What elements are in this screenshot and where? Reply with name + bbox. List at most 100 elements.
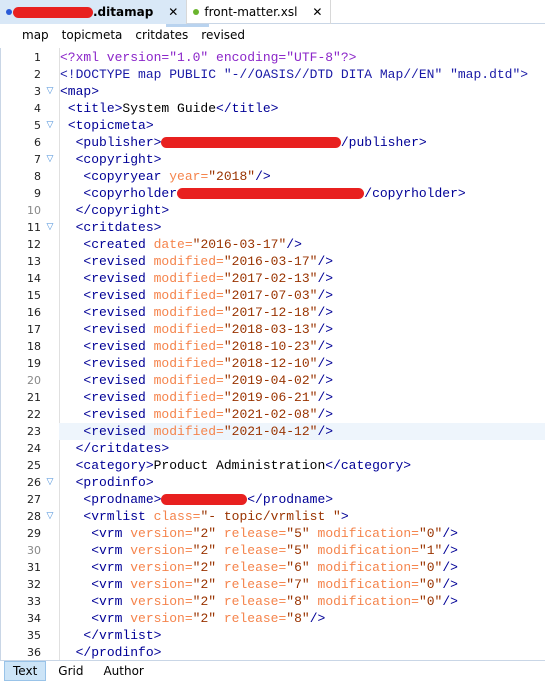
code-line[interactable]: 9 <copyrholderxxxxxxxxxxxxxxxxxxxxxxxx/c… — [1, 185, 545, 202]
code-line[interactable]: 10 </copyright> — [1, 202, 545, 219]
code-line[interactable]: 31 <vrm version="2" release="6" modifica… — [1, 559, 545, 576]
code-line[interactable]: 11 ▽ <critdates> — [1, 219, 545, 236]
code-line[interactable]: 20 <revised modified="2019-04-02"/> — [1, 372, 545, 389]
token-val: "2021-02-08" — [223, 407, 318, 422]
token-tag: <revised — [83, 254, 154, 269]
code-line[interactable]: 25 <category>Product Administration</cat… — [1, 457, 545, 474]
code-line[interactable]: 8 <copyryear year="2018"/> — [1, 168, 545, 185]
token-tag: <revised — [83, 288, 154, 303]
code-line[interactable]: 24 </critdates> — [1, 440, 545, 457]
line-number: 27 — [27, 493, 41, 506]
token-tag: </vrmlist> — [83, 628, 162, 643]
line-number: 11 — [27, 221, 41, 234]
code-line[interactable]: 34 <vrm version="2" release="8"/> — [1, 610, 545, 627]
code-text: <created date="2016-03-17"/> — [59, 236, 545, 253]
fold-toggle-icon[interactable]: ▽ — [41, 508, 59, 525]
tab-label: front-matter.xsl — [204, 5, 298, 19]
mode-tab-author[interactable]: Author — [95, 662, 151, 680]
code-line[interactable]: 33 <vrm version="2" release="8" modifica… — [1, 593, 545, 610]
fold-toggle-icon[interactable]: ▽ — [41, 83, 59, 100]
code-text: <vrm version="2" release="5" modificatio… — [59, 542, 545, 559]
token-val: "2016-03-17" — [223, 254, 318, 269]
file-dot-icon — [193, 9, 200, 15]
code-line[interactable]: 2 <!DOCTYPE map PUBLIC "-//OASIS//DTD DIT… — [1, 66, 545, 83]
token-attr: modified= — [153, 373, 224, 388]
token-val: "2" — [192, 611, 224, 626]
code-line[interactable]: 5 ▽ <topicmeta> — [1, 117, 545, 134]
code-line[interactable]: 29 <vrm version="2" release="5" modifica… — [1, 525, 545, 542]
code-line[interactable]: 4 <title>System Guide</title> — [1, 100, 545, 117]
token-tag: </prodinfo> — [75, 645, 162, 660]
code-text: <revised modified="2019-06-21"/> — [59, 389, 545, 406]
token-attr: modified= — [153, 322, 224, 337]
code-text: <revised modified="2018-12-10"/> — [59, 355, 545, 372]
fold-toggle-icon[interactable]: ▽ — [41, 151, 59, 168]
code-line[interactable]: 21 <revised modified="2019-06-21"/> — [1, 389, 545, 406]
line-number: 19 — [27, 357, 41, 370]
code-line[interactable]: 1 <?xml version="1.0" encoding="UTF-8"?> — [1, 49, 545, 66]
token-tag: <vrm — [91, 577, 131, 592]
code-line[interactable]: 27 <prodname>xxxxxxxxxxx</prodname> — [1, 491, 545, 508]
token-tag: </title> — [216, 101, 279, 116]
code-text: <revised modified="2017-07-03"/> — [59, 287, 545, 304]
code-text: <title>System Guide</title> — [59, 100, 545, 117]
tab-front-matter[interactable]: front-matter.xsl ✕ — [187, 0, 332, 24]
fold-toggle-icon[interactable]: ▽ — [41, 219, 59, 236]
token-tag: <vrm — [91, 526, 131, 541]
code-line[interactable]: 23 <revised modified="2021-04-12"/> — [1, 423, 545, 440]
token-tag: /copyrholder> — [364, 186, 466, 201]
breadcrumb-topicmeta[interactable]: topicmeta — [62, 28, 123, 42]
code-line[interactable]: 13 <revised modified="2016-03-17"/> — [1, 253, 545, 270]
token-val: "2" — [192, 577, 224, 592]
token-tag: /> — [442, 526, 458, 541]
breadcrumb-map[interactable]: map — [22, 28, 49, 42]
code-line[interactable]: 17 <revised modified="2018-03-13"/> — [1, 321, 545, 338]
code-line[interactable]: 14 <revised modified="2017-02-13"/> — [1, 270, 545, 287]
code-line[interactable]: 32 <vrm version="2" release="7" modifica… — [1, 576, 545, 593]
code-line[interactable]: 15 <revised modified="2017-07-03"/> — [1, 287, 545, 304]
close-icon[interactable]: ✕ — [168, 5, 178, 19]
tab-ditamap[interactable]: .ditamap ✕ — [0, 0, 188, 24]
token-val: "5" — [286, 526, 318, 541]
code-line[interactable]: 30 <vrm version="2" release="5" modifica… — [1, 542, 545, 559]
code-line[interactable]: 36 </prodinfo> — [1, 644, 545, 660]
code-line[interactable]: 28 ▽ <vrmlist class="- topic/vrmlist "> — [1, 508, 545, 525]
code-line[interactable]: 7 ▽ <copyright> — [1, 151, 545, 168]
line-number: 12 — [27, 238, 41, 251]
token-val: "8" — [286, 611, 310, 626]
mode-tab-grid[interactable]: Grid — [50, 662, 91, 680]
token-val: "2" — [192, 526, 224, 541]
line-number: 3 — [34, 85, 41, 98]
code-line[interactable]: 3 ▽ <map> — [1, 83, 545, 100]
code-editor[interactable]: 1 <?xml version="1.0" encoding="UTF-8"?> 2… — [0, 48, 545, 660]
code-line[interactable]: 19 <revised modified="2018-12-10"/> — [1, 355, 545, 372]
token-attr: release= — [223, 611, 287, 626]
token-tag: <publisher> — [75, 135, 162, 150]
breadcrumb-critdates[interactable]: critdates — [135, 28, 188, 42]
breadcrumb-revised[interactable]: revised — [201, 28, 245, 42]
close-icon[interactable]: ✕ — [312, 5, 322, 19]
code-line[interactable]: 6 <publisher>xxxxxxxxxxxxxxxxxxxxxxx/pub… — [1, 134, 545, 151]
fold-toggle-icon[interactable]: ▽ — [41, 474, 59, 491]
code-line[interactable]: 12 <created date="2016-03-17"/> — [1, 236, 545, 253]
token-val: "0" — [418, 577, 443, 592]
code-line[interactable]: 22 <revised modified="2021-02-08"/> — [1, 406, 545, 423]
line-number: 6 — [34, 136, 41, 149]
token-attr: modified= — [153, 305, 224, 320]
code-line[interactable]: 18 <revised modified="2018-10-23"/> — [1, 338, 545, 355]
token-tag: /> — [317, 407, 334, 422]
line-number: 33 — [27, 595, 41, 608]
tab-label: .ditamap — [93, 5, 154, 19]
mode-tab-text[interactable]: Text — [4, 660, 47, 681]
token-val: "- topic/vrmlist " — [200, 509, 341, 524]
fold-toggle-icon[interactable]: ▽ — [41, 117, 59, 134]
code-line[interactable]: 26 ▽ <prodinfo> — [1, 474, 545, 491]
line-number: 5 — [34, 119, 41, 132]
code-line[interactable]: 16 <revised modified="2017-12-18"/> — [1, 304, 545, 321]
code-line[interactable]: 35 </vrmlist> — [1, 627, 545, 644]
